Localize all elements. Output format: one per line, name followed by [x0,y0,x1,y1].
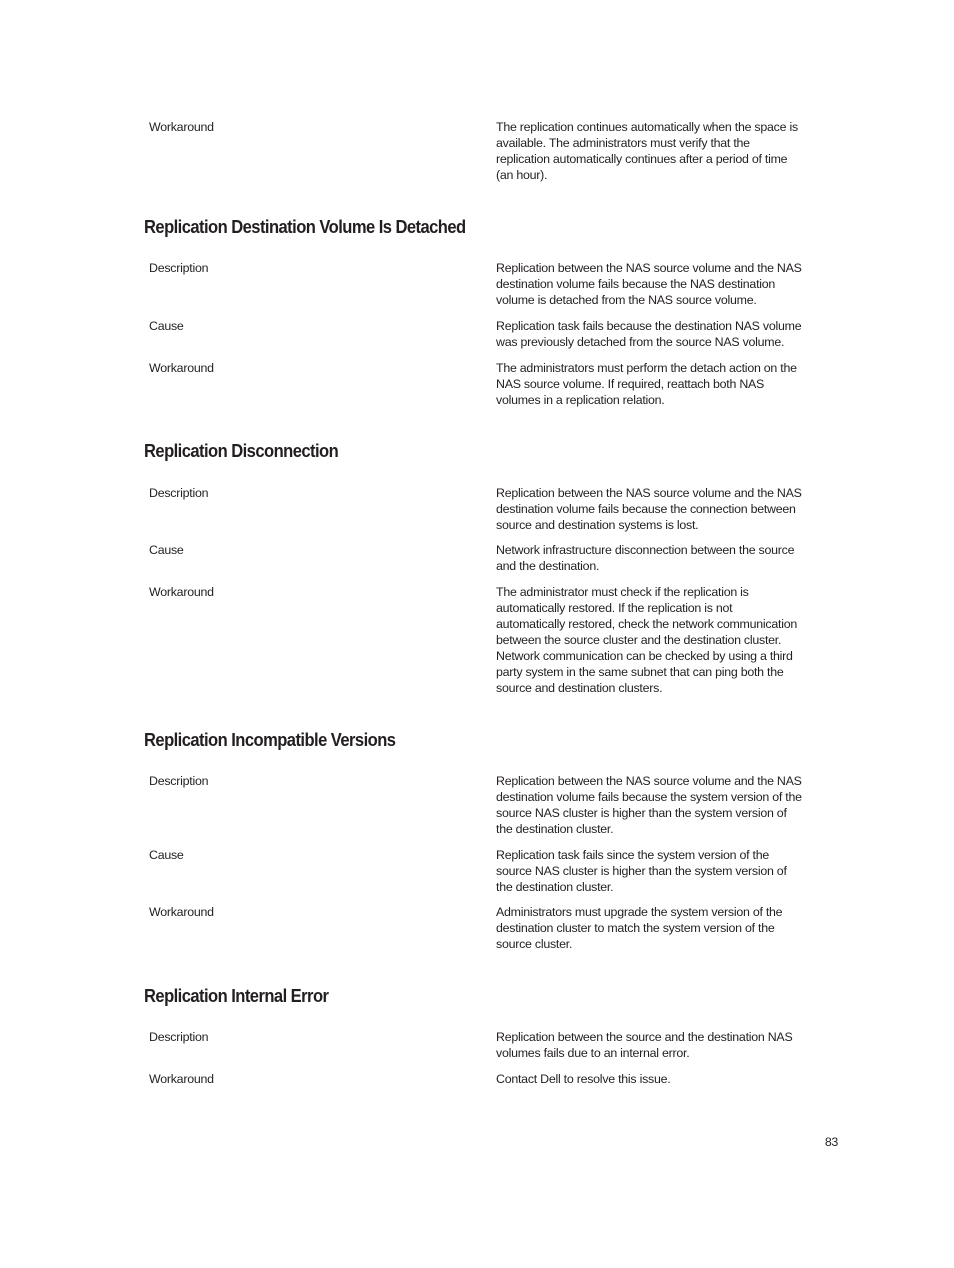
value-line: volumes fails due to an internal error. [496,1046,690,1060]
row-value: Contact Dell to resolve this issue. [496,1071,841,1087]
row-value: Replication between the NAS source volum… [496,773,841,837]
value-line: replication automatically continues afte… [496,152,788,166]
section-heading-disconnection: Replication Disconnection [144,441,339,461]
value-line: source cluster. [496,937,573,951]
row-label: Workaround [149,120,214,134]
value-line: source and destination clusters. [496,681,663,695]
row-value: The administrators must perform the deta… [496,360,841,408]
value-line: destination volume fails because the con… [496,502,796,516]
value-line: source NAS cluster is higher than the sy… [496,864,787,878]
row-label: Description [149,261,209,275]
row-value: Replication between the NAS source volum… [496,485,841,533]
value-line: the destination cluster. [496,880,614,894]
value-line: Replication between the NAS source volum… [496,774,802,788]
row-label: Cause [149,543,184,557]
row-label: Workaround [149,585,214,599]
value-line: automatically restored, check the networ… [496,617,797,631]
section-heading-destination-detached: Replication Destination Volume Is Detach… [144,217,466,237]
value-line: Replication task fails because the desti… [496,319,802,333]
value-line: The administrator must check if the repl… [496,585,749,599]
row-value: Replication task fails because the desti… [496,318,841,350]
row-label: Description [149,1030,209,1044]
row-value: Network infrastructure disconnection bet… [496,542,841,574]
value-line: Replication between the NAS source volum… [496,486,802,500]
value-line: Network infrastructure disconnection bet… [496,543,795,557]
value-line: The administrators must perform the deta… [496,361,797,375]
page-number: 83 [824,1135,838,1149]
row-value: Replication task fails since the system … [496,847,841,895]
value-line: between the source cluster and the desti… [496,633,782,647]
value-line: Replication between the NAS source volum… [496,261,802,275]
section-heading-internal-error: Replication Internal Error [144,986,329,1006]
value-line: party system in the same subnet that can… [496,665,784,679]
document-page: Workaround The replication continues aut… [0,0,954,1268]
value-line: Replication between the source and the d… [496,1030,793,1044]
row-value: The replication continues automatically … [496,119,841,183]
value-line: and the destination. [496,559,600,573]
row-label: Cause [149,848,184,862]
value-line: Contact Dell to resolve this issue. [496,1072,671,1086]
value-line: Replication task fails since the system … [496,848,769,862]
value-line: destination volume fails because the sys… [496,790,802,804]
value-line: source NAS cluster is higher than the sy… [496,806,787,820]
section-heading-incompatible-versions: Replication Incompatible Versions [144,730,396,750]
row-label: Workaround [149,1072,214,1086]
value-line: Administrators must upgrade the system v… [496,905,783,919]
row-label: Workaround [149,361,214,375]
value-line: (an hour). [496,168,548,182]
value-line: destination volume fails because the NAS… [496,277,776,291]
row-label: Description [149,774,209,788]
row-value: Replication between the source and the d… [496,1029,841,1061]
value-line: available. The administrators must verif… [496,136,750,150]
value-line: was previously detached from the source … [496,335,785,349]
row-label: Description [149,486,209,500]
row-label: Workaround [149,905,214,919]
value-line: volume is detached from the NAS source v… [496,293,757,307]
row-label: Cause [149,319,184,333]
value-line: Network communication can be checked by … [496,649,793,663]
value-line: NAS source volume. If required, reattach… [496,377,765,391]
value-line: the destination cluster. [496,822,614,836]
value-line: automatically restored. If the replicati… [496,601,733,615]
row-value: Administrators must upgrade the system v… [496,904,841,952]
row-value: Replication between the NAS source volum… [496,260,841,308]
value-line: The replication continues automatically … [496,120,798,134]
value-line: source and destination systems is lost. [496,518,699,532]
value-line: volumes in a replication relation. [496,393,665,407]
row-value: The administrator must check if the repl… [496,584,841,696]
value-line: destination cluster to match the system … [496,921,775,935]
